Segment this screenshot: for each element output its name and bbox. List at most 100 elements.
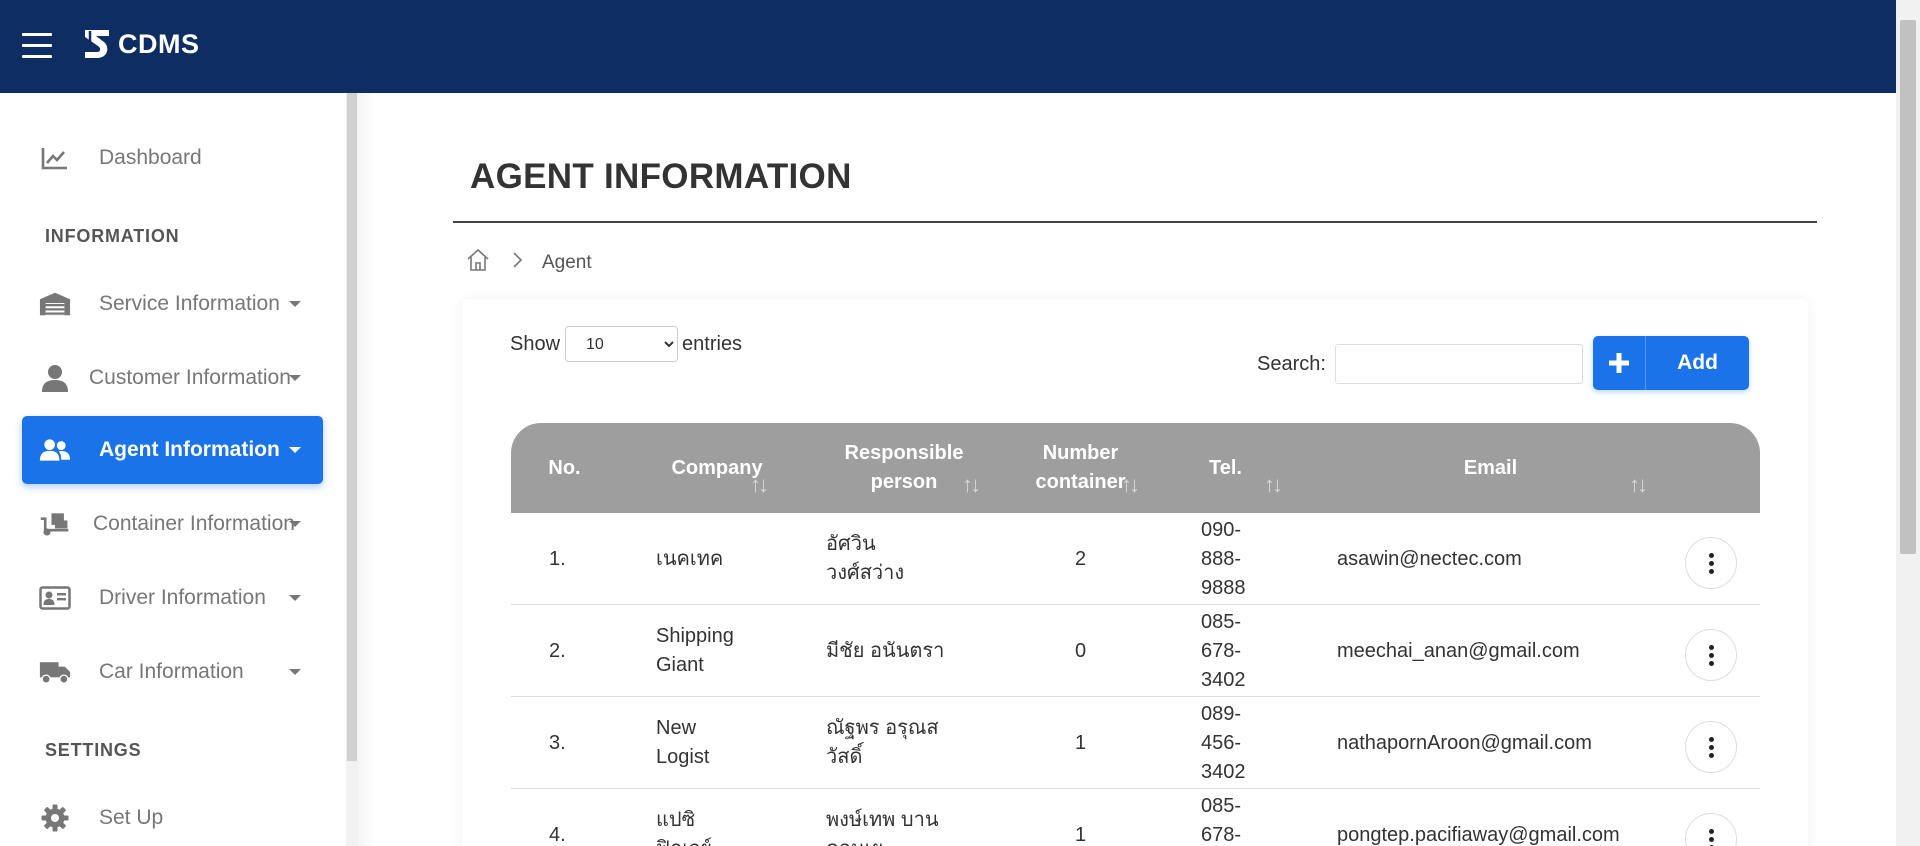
page-scrollbar-thumb[interactable] (1900, 20, 1916, 554)
breadcrumb-current: Agent (542, 252, 592, 273)
table-header: No. Company ↑↓ Responsible person ↑↓ Numb… (511, 423, 1760, 513)
chevron-right-icon (512, 252, 523, 274)
sort-icon: ↑↓ (1121, 472, 1140, 497)
sidebar-item-driver-information[interactable]: Driver Information (22, 564, 323, 632)
kebab-menu-icon (1708, 828, 1714, 846)
sidebar-item-customer-information[interactable]: Customer Information (22, 344, 323, 412)
cell-responsible-person: พงษ์เทพ บานดอนเย (826, 789, 939, 846)
sidebar-item-label: Driver Information (99, 586, 266, 609)
cell-no: 3. (549, 731, 566, 754)
person-line: วงศ์สว่าง (826, 562, 905, 584)
chevron-down-icon (289, 595, 301, 601)
column-header-email[interactable]: Email ↑↓ (1282, 423, 1699, 513)
sidebar-item-dashboard[interactable]: Dashboard (22, 124, 323, 192)
sidebar-item-label: Container Information (93, 512, 295, 535)
company-line: New (656, 717, 697, 739)
cell-company: Shipping Giant (656, 605, 734, 697)
page-title: AGENT INFORMATION (470, 157, 852, 196)
cell-tel: 089- 456- 3402 (1201, 697, 1246, 789)
person-line: พงษ์เทพ บาน (826, 809, 939, 831)
title-divider (453, 221, 1817, 223)
column-header-number-container[interactable]: Number container ↑↓ (992, 423, 1169, 513)
tel-line: 090- (1201, 518, 1242, 541)
user-icon (39, 364, 71, 392)
sidebar-item-label: Customer Information (89, 366, 291, 389)
menu-toggle-button[interactable] (22, 33, 52, 59)
gear-icon (39, 804, 71, 832)
person-line: วัสดิ์ (826, 746, 863, 768)
column-header-tel[interactable]: Tel. ↑↓ (1169, 423, 1283, 513)
cell-number-container: 1 (1074, 823, 1087, 846)
cell-tel: 090- 888- 9888 (1201, 513, 1246, 605)
sidebar-item-set-up[interactable]: Set Up (22, 784, 323, 846)
row-actions-button[interactable] (1685, 721, 1737, 773)
header-label-line: Number (1042, 442, 1119, 464)
home-icon[interactable] (466, 248, 490, 278)
sidebar-item-label: Car Information (99, 660, 244, 683)
kebab-menu-icon (1708, 552, 1714, 574)
person-line: ณัฐพร อรุณส (826, 717, 939, 739)
chevron-down-icon (289, 375, 301, 381)
sort-icon: ↑↓ (750, 472, 769, 497)
header-label: Company (671, 456, 763, 479)
cell-no: 2. (549, 639, 566, 662)
tel-line: 9888 (1201, 576, 1246, 599)
search-control: Search: (1257, 344, 1583, 384)
cell-company: New Logist (656, 697, 709, 789)
truck-icon (39, 658, 71, 686)
company-line: Giant (656, 654, 704, 676)
cell-tel: 085-678-3402 (1201, 605, 1246, 697)
chart-line-icon (39, 144, 71, 172)
cell-no: 4. (549, 823, 566, 846)
entries-label: entries (682, 332, 743, 355)
page-scrollbar[interactable] (1896, 0, 1920, 846)
table-row: 4. แปซิฟิกเวย์ พงษ์เทพ บานดอนเย 1 085- 67… (511, 789, 1760, 846)
add-agent-button[interactable]: Add (1593, 336, 1749, 390)
agent-table: No. Company ↑↓ Responsible person ↑↓ Numb… (511, 423, 1760, 846)
header-label-line: container (1035, 471, 1126, 493)
cell-no: 1. (549, 547, 566, 570)
sort-icon: ↑↓ (1264, 472, 1283, 497)
breadcrumb: Agent (466, 248, 592, 278)
page-size-select[interactable]: 10 (565, 326, 679, 362)
sidebar-scrollbar-thumb[interactable] (347, 93, 357, 761)
row-actions-button[interactable] (1685, 537, 1737, 589)
header-label: Number container (1035, 439, 1125, 497)
warehouse-icon (39, 290, 71, 318)
search-input[interactable] (1334, 344, 1583, 384)
sort-icon: ↑↓ (962, 472, 981, 497)
sidebar-item-service-information[interactable]: Service Information (22, 270, 323, 338)
search-label: Search: (1257, 352, 1326, 375)
tel-line: 3402 (1201, 668, 1246, 691)
cell-number-container: 0 (1074, 639, 1087, 662)
company-line: ฟิกเวย์ (656, 838, 712, 846)
sidebar-item-agent-information[interactable]: Agent Information (22, 416, 323, 484)
section-heading-settings: SETTINGS (45, 740, 142, 760)
chevron-down-icon (289, 301, 301, 307)
cell-tel: 085-678-3402 (1201, 789, 1246, 846)
header-label-line: Responsible (844, 442, 964, 464)
header-label: Responsible person (845, 439, 964, 497)
tel-line: 3402 (1201, 760, 1246, 783)
cell-email: asawin@nectec.com (1337, 547, 1522, 570)
sidebar-item-container-information[interactable]: Container Information (22, 490, 323, 558)
sidebar-item-label: Set Up (99, 806, 164, 829)
row-actions-button[interactable] (1685, 813, 1737, 846)
sidebar-scrollbar[interactable] (346, 93, 358, 846)
logo-mark-icon (85, 30, 109, 58)
cell-company: แปซิฟิกเวย์ (656, 789, 712, 846)
column-header-no[interactable]: No. (511, 423, 618, 513)
sidebar: Dashboard INFORMATION Service Informatio… (0, 93, 346, 846)
tel-line: 678- (1201, 823, 1242, 846)
header-label-line: person (870, 471, 938, 493)
app-logo[interactable]: CDMS (82, 27, 200, 61)
column-header-company[interactable]: Company ↑↓ (618, 423, 816, 513)
row-actions-button[interactable] (1685, 629, 1737, 681)
chevron-down-icon (289, 521, 301, 527)
sidebar-item-car-information[interactable]: Car Information (22, 638, 323, 706)
menu-bar-line (22, 55, 52, 58)
column-header-responsible-person[interactable]: Responsible person ↑↓ (816, 423, 992, 513)
show-label: Show (510, 332, 561, 355)
table-row: 1. เนคเทค อัศวิน วงศ์สว่าง 2 090- 888- 9888… (511, 513, 1760, 605)
content-edge-shadow (358, 93, 374, 846)
